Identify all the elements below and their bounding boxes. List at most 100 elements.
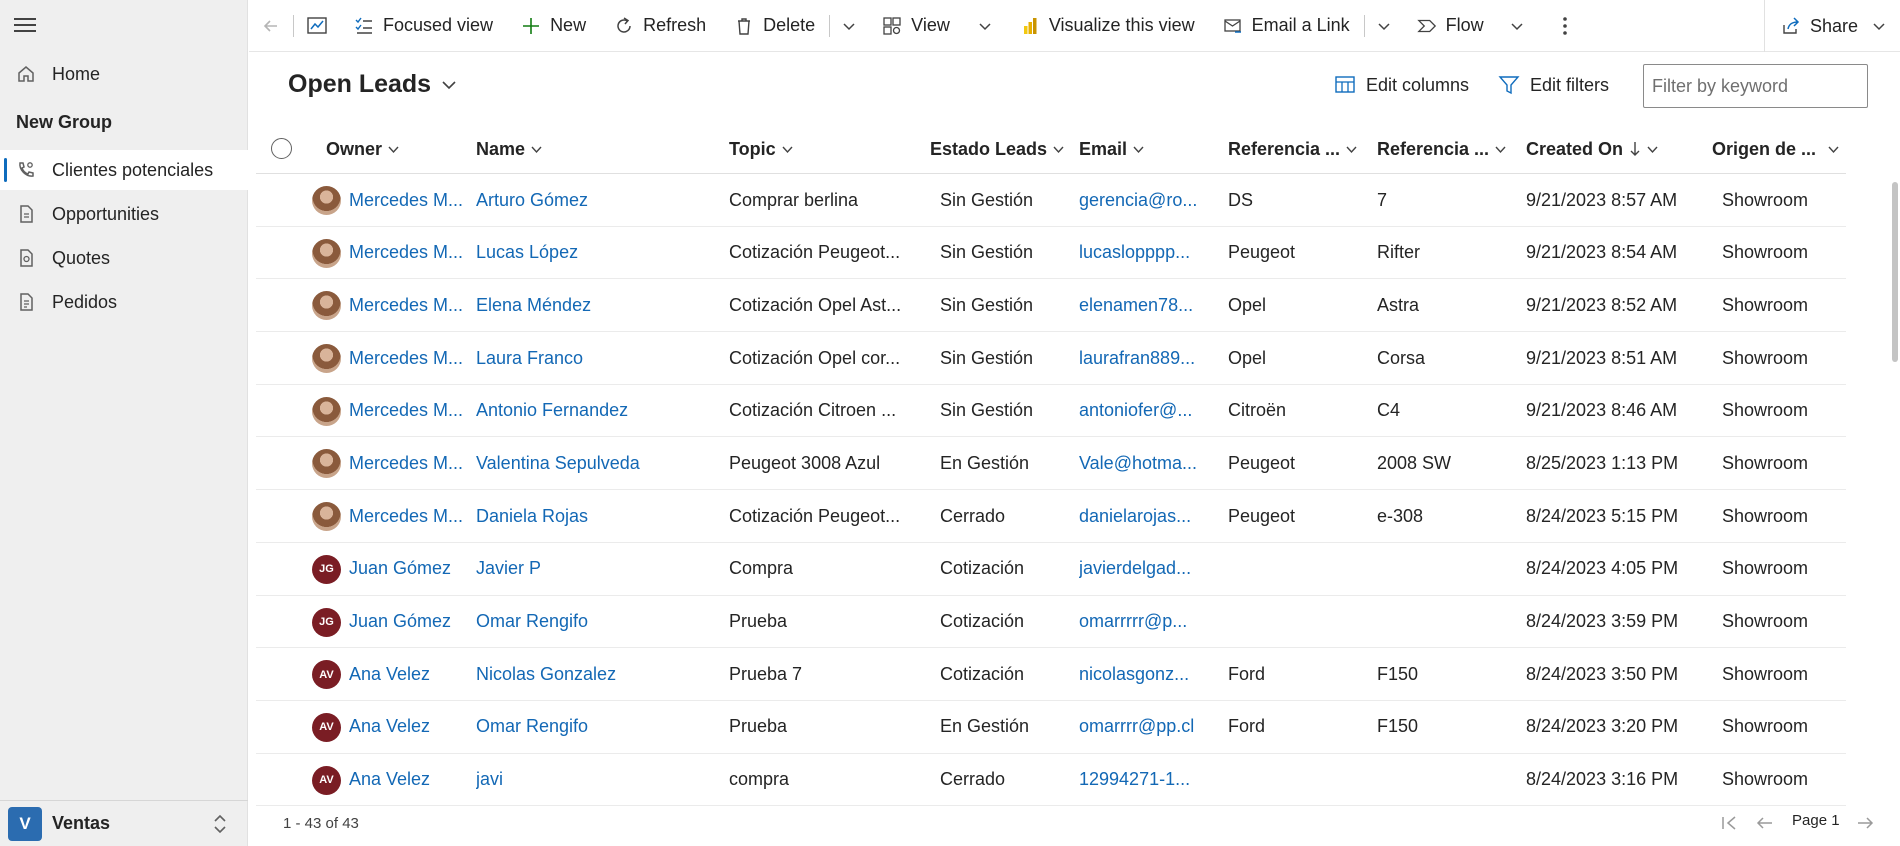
- owner-avatar: AV: [312, 765, 341, 795]
- sidebar-item-pedidos[interactable]: Pedidos: [0, 282, 248, 322]
- owner-link[interactable]: Mercedes M...: [349, 332, 469, 384]
- lead-name-link[interactable]: Valentina Sepulveda: [476, 437, 716, 489]
- owner-link[interactable]: Mercedes M...: [349, 490, 469, 542]
- owner-link[interactable]: Ana Velez: [349, 648, 469, 700]
- column-header-label: Email: [1079, 138, 1128, 159]
- flow-icon: [1416, 16, 1437, 36]
- lead-name-link[interactable]: Antonio Fernandez: [476, 385, 716, 437]
- email-link[interactable]: laurafran889...: [1079, 332, 1219, 384]
- column-header-created-on[interactable]: Created On: [1526, 124, 1658, 174]
- referencia-1-cell: Peugeot: [1228, 242, 1296, 263]
- sidebar-item-clientes-potenciales[interactable]: Clientes potenciales: [0, 150, 248, 190]
- column-header-name[interactable]: Name: [476, 124, 542, 174]
- column-header-referencia-2[interactable]: Referencia ...: [1377, 124, 1506, 174]
- view-selector[interactable]: Open Leads: [288, 70, 457, 99]
- email-link[interactable]: omarrrrr@p...: [1079, 596, 1219, 648]
- owner-link[interactable]: Mercedes M...: [349, 174, 469, 226]
- chart-button[interactable]: [294, 0, 340, 52]
- lead-name-link[interactable]: Omar Rengifo: [476, 701, 716, 753]
- topic-cell: compra: [729, 769, 790, 790]
- referencia-2-cell: F150: [1377, 716, 1419, 737]
- email-link[interactable]: 12994271-1...: [1079, 754, 1219, 806]
- sidebar-item-opportunities[interactable]: Opportunities: [0, 194, 248, 234]
- lead-name-link[interactable]: Arturo Gómez: [476, 174, 716, 226]
- flow-button[interactable]: Flow: [1403, 0, 1538, 52]
- owner-link[interactable]: Mercedes M...: [349, 385, 469, 437]
- column-header-email[interactable]: Email: [1079, 124, 1144, 174]
- email-link[interactable]: nicolasgonz...: [1079, 648, 1219, 700]
- share-button[interactable]: Share: [1763, 0, 1900, 52]
- lead-name-link[interactable]: Omar Rengifo: [476, 596, 716, 648]
- referencia-1-cell: [1228, 596, 1368, 648]
- topic-cell: Prueba 7: [729, 663, 803, 684]
- more-commands-button[interactable]: [1550, 0, 1580, 52]
- back-button[interactable]: [249, 0, 293, 52]
- table-row[interactable]: Mercedes M... Elena Méndez Cotización Opel…: [256, 279, 1846, 333]
- filter-keyword-input[interactable]: [1643, 64, 1868, 108]
- sidebar-item-home[interactable]: Home: [0, 54, 248, 94]
- table-row[interactable]: AV Ana Velez Nicolas Gonzalez Prueba 7 Cotiz…: [256, 648, 1846, 701]
- owner-link[interactable]: Mercedes M...: [349, 437, 469, 489]
- column-header-topic[interactable]: Topic: [729, 124, 793, 174]
- table-row[interactable]: AV Ana Velez javi compra Cerrado 12994271-1..…: [256, 754, 1846, 807]
- referencia-1-cell: Ford: [1228, 663, 1266, 684]
- chevron-down-icon: [442, 80, 456, 89]
- owner-link[interactable]: Ana Velez: [349, 701, 469, 753]
- owner-link[interactable]: Mercedes M...: [349, 279, 469, 331]
- owner-link[interactable]: Mercedes M...: [349, 227, 469, 279]
- email-link[interactable]: omarrrr@pp.cl: [1079, 701, 1219, 753]
- refresh-button[interactable]: Refresh: [600, 0, 720, 52]
- column-header-owner[interactable]: Owner: [326, 124, 399, 174]
- sidebar-item-quotes[interactable]: Quotes: [0, 238, 248, 278]
- chevron-down-icon: [531, 146, 542, 153]
- new-button[interactable]: New: [507, 0, 600, 52]
- email-link[interactable]: elenamen78...: [1079, 279, 1219, 331]
- view-button[interactable]: View: [868, 0, 1006, 52]
- topic-cell: Comprar berlina: [729, 189, 859, 210]
- table-row[interactable]: Mercedes M... Arturo Gómez Comprar berlina…: [256, 174, 1846, 227]
- next-page-icon[interactable]: [1854, 812, 1876, 834]
- delete-button[interactable]: Delete: [720, 0, 829, 52]
- table-row[interactable]: AV Ana Velez Omar Rengifo Prueba En Gestión o…: [256, 701, 1846, 754]
- lead-name-link[interactable]: Lucas López: [476, 227, 716, 279]
- email-link[interactable]: lucaslopppp...: [1079, 227, 1219, 279]
- email-link[interactable]: gerencia@ro...: [1079, 174, 1219, 226]
- lead-name-link[interactable]: Javier P: [476, 543, 716, 595]
- table-row[interactable]: Mercedes M... Valentina Sepulveda Peugeot …: [256, 437, 1846, 491]
- area-switcher[interactable]: V Ventas: [0, 800, 248, 846]
- email-link-button[interactable]: Email a Link: [1209, 0, 1364, 52]
- table-row[interactable]: JG Juan Gómez Omar Rengifo Prueba Cotización…: [256, 596, 1846, 649]
- email-link[interactable]: Vale@hotma...: [1079, 437, 1219, 489]
- new-label: New: [550, 15, 587, 35]
- email-more-button[interactable]: [1365, 0, 1403, 52]
- owner-link[interactable]: Ana Velez: [349, 754, 469, 806]
- lead-name-link[interactable]: javi: [476, 754, 716, 806]
- email-link[interactable]: antoniofer@...: [1079, 385, 1219, 437]
- edit-filters-button[interactable]: Edit filters: [1498, 74, 1609, 96]
- email-link[interactable]: danielarojas...: [1079, 490, 1219, 542]
- edit-columns-button[interactable]: Edit columns: [1334, 74, 1469, 96]
- table-row[interactable]: Mercedes M... Daniela Rojas Cotización Peu…: [256, 490, 1846, 543]
- table-row[interactable]: Mercedes M... Lucas López Cotización Peuge…: [256, 227, 1846, 280]
- lead-name-link[interactable]: Laura Franco: [476, 332, 716, 384]
- first-page-icon[interactable]: [1718, 812, 1740, 834]
- lead-name-link[interactable]: Nicolas Gonzalez: [476, 648, 716, 700]
- delete-more-button[interactable]: [830, 0, 868, 52]
- owner-link[interactable]: Juan Gómez: [349, 596, 469, 648]
- previous-page-icon[interactable]: [1754, 812, 1776, 834]
- lead-name-link[interactable]: Elena Méndez: [476, 279, 716, 331]
- vertical-scrollbar[interactable]: [1892, 182, 1898, 362]
- select-all-checkbox[interactable]: [271, 138, 292, 159]
- table-row[interactable]: Mercedes M... Antonio Fernandez Cotización…: [256, 385, 1846, 438]
- visualize-view-button[interactable]: Visualize this view: [1006, 0, 1209, 52]
- hamburger-menu-icon[interactable]: [14, 14, 36, 36]
- column-header-referencia-1[interactable]: Referencia ...: [1228, 124, 1357, 174]
- email-link[interactable]: javierdelgad...: [1079, 543, 1219, 595]
- column-header-estado-leads[interactable]: Estado Leads: [930, 124, 1064, 174]
- table-row[interactable]: JG Juan Gómez Javier P Compra Cotización javi…: [256, 543, 1846, 596]
- owner-link[interactable]: Juan Gómez: [349, 543, 469, 595]
- column-header-origen[interactable]: Origen de ...: [1712, 124, 1839, 174]
- focused-view-button[interactable]: Focused view: [340, 0, 507, 52]
- lead-name-link[interactable]: Daniela Rojas: [476, 490, 716, 542]
- table-row[interactable]: Mercedes M... Laura Franco Cotización Opel…: [256, 332, 1846, 385]
